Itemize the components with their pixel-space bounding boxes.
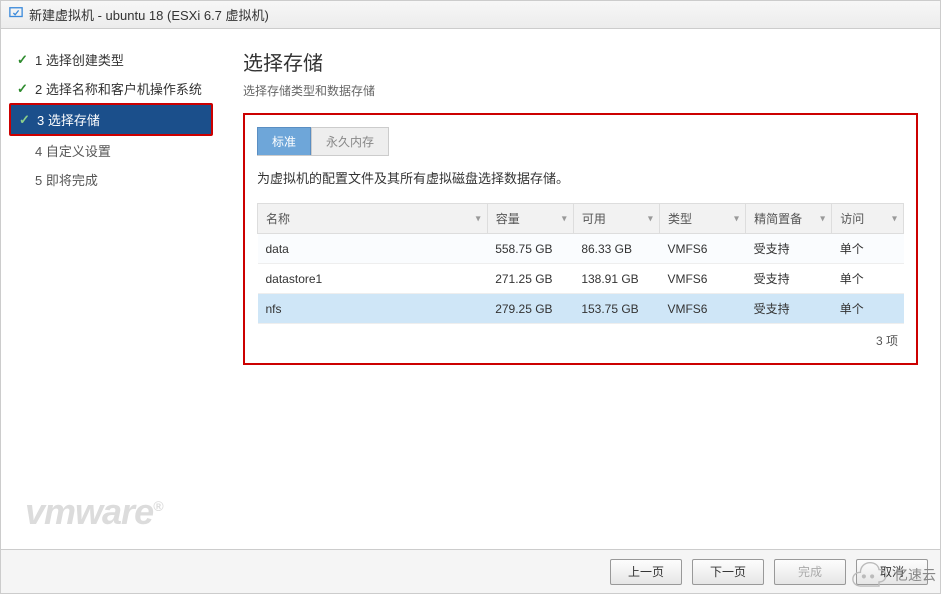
new-vm-dialog: 新建虚拟机 - ubuntu 18 (ESXi 6.7 虚拟机) 1 选择创建类… bbox=[0, 0, 941, 594]
back-button[interactable]: 上一页 bbox=[610, 559, 682, 585]
cell-access: 单个 bbox=[832, 294, 904, 324]
step-label: 3 选择存储 bbox=[37, 110, 100, 129]
watermark-badge: 亿速云 bbox=[846, 561, 936, 589]
finish-button: 完成 bbox=[774, 559, 846, 585]
col-free[interactable]: 可用▾ bbox=[573, 204, 659, 234]
cloud-icon bbox=[846, 561, 890, 589]
table-row[interactable]: nfs 279.25 GB 153.75 GB VMFS6 受支持 单个 bbox=[258, 294, 904, 324]
storage-tabs: 标准 永久内存 bbox=[257, 127, 389, 156]
step-create-type[interactable]: 1 选择创建类型 bbox=[9, 45, 213, 74]
titlebar: 新建虚拟机 - ubuntu 18 (ESXi 6.7 虚拟机) bbox=[1, 1, 940, 29]
step-custom[interactable]: 4 自定义设置 bbox=[9, 136, 213, 165]
cell-capacity: 279.25 GB bbox=[487, 294, 573, 324]
cell-type: VMFS6 bbox=[659, 294, 745, 324]
vm-icon bbox=[9, 6, 23, 23]
step-label: 2 选择名称和客户机操作系统 bbox=[35, 79, 202, 98]
chevron-down-icon: ▾ bbox=[562, 213, 567, 224]
titlebar-text: 新建虚拟机 - ubuntu 18 (ESXi 6.7 虚拟机) bbox=[29, 5, 269, 24]
tab-standard[interactable]: 标准 bbox=[257, 127, 311, 155]
col-thin[interactable]: 精简置备▾ bbox=[746, 204, 832, 234]
content-area: 1 选择创建类型 2 选择名称和客户机操作系统 3 选择存储 4 自定义设置 5… bbox=[1, 29, 940, 549]
col-access[interactable]: 访问▾ bbox=[832, 204, 904, 234]
step-label: 5 即将完成 bbox=[35, 170, 98, 189]
cell-free: 86.33 GB bbox=[573, 234, 659, 264]
cell-free: 138.91 GB bbox=[573, 264, 659, 294]
chevron-down-icon: ▾ bbox=[892, 213, 897, 224]
main-panel: 选择存储 选择存储类型和数据存储 标准 永久内存 为虚拟机的配置文件及其所有虚拟… bbox=[221, 29, 940, 549]
cell-access: 单个 bbox=[832, 264, 904, 294]
step-label: 1 选择创建类型 bbox=[35, 50, 124, 69]
cell-thin: 受支持 bbox=[746, 234, 832, 264]
storage-panel: 标准 永久内存 为虚拟机的配置文件及其所有虚拟磁盘选择数据存储。 名称▾ 容量▾… bbox=[243, 113, 918, 365]
cell-name: nfs bbox=[258, 294, 488, 324]
vmware-logo: vmware® bbox=[25, 491, 162, 533]
page-subtitle: 选择存储类型和数据存储 bbox=[243, 82, 918, 99]
col-name[interactable]: 名称▾ bbox=[258, 204, 488, 234]
cell-name: data bbox=[258, 234, 488, 264]
watermark-text: 亿速云 bbox=[894, 565, 936, 585]
next-button[interactable]: 下一页 bbox=[692, 559, 764, 585]
table-row[interactable]: datastore1 271.25 GB 138.91 GB VMFS6 受支持… bbox=[258, 264, 904, 294]
cell-access: 单个 bbox=[832, 234, 904, 264]
step-ready[interactable]: 5 即将完成 bbox=[9, 165, 213, 194]
step-name-os[interactable]: 2 选择名称和客户机操作系统 bbox=[9, 74, 213, 103]
chevron-down-icon: ▾ bbox=[648, 213, 653, 224]
cell-type: VMFS6 bbox=[659, 264, 745, 294]
chevron-down-icon: ▾ bbox=[734, 213, 739, 224]
col-type[interactable]: 类型▾ bbox=[659, 204, 745, 234]
col-capacity[interactable]: 容量▾ bbox=[487, 204, 573, 234]
step-storage[interactable]: 3 选择存储 bbox=[9, 103, 213, 136]
tab-description: 为虚拟机的配置文件及其所有虚拟磁盘选择数据存储。 bbox=[257, 168, 904, 187]
chevron-down-icon: ▾ bbox=[476, 213, 481, 224]
cell-thin: 受支持 bbox=[746, 264, 832, 294]
datastore-table: 名称▾ 容量▾ 可用▾ 类型▾ 精简置备▾ 访问▾ data 558.75 GB bbox=[257, 203, 904, 324]
dialog-footer: 上一页 下一页 完成 取消 bbox=[1, 549, 940, 593]
tab-pmem[interactable]: 永久内存 bbox=[311, 127, 389, 155]
cell-capacity: 271.25 GB bbox=[487, 264, 573, 294]
cell-type: VMFS6 bbox=[659, 234, 745, 264]
wizard-sidebar: 1 选择创建类型 2 选择名称和客户机操作系统 3 选择存储 4 自定义设置 5… bbox=[1, 29, 221, 549]
page-title: 选择存储 bbox=[243, 47, 918, 76]
chevron-down-icon: ▾ bbox=[820, 213, 825, 224]
cell-name: datastore1 bbox=[258, 264, 488, 294]
table-footer-count: 3 项 bbox=[257, 324, 904, 351]
cell-free: 153.75 GB bbox=[573, 294, 659, 324]
cell-thin: 受支持 bbox=[746, 294, 832, 324]
step-label: 4 自定义设置 bbox=[35, 141, 111, 160]
cell-capacity: 558.75 GB bbox=[487, 234, 573, 264]
table-row[interactable]: data 558.75 GB 86.33 GB VMFS6 受支持 单个 bbox=[258, 234, 904, 264]
